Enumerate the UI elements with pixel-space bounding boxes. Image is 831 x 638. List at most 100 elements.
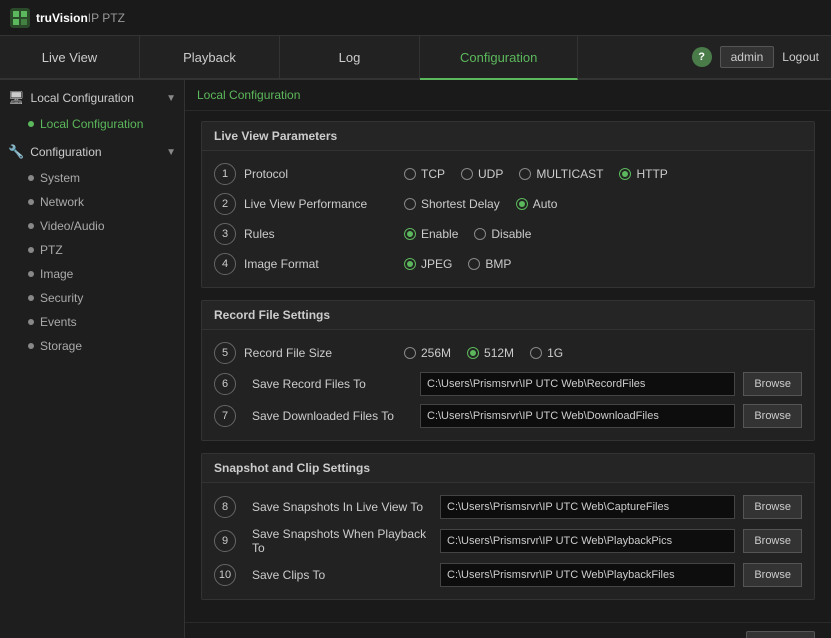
image-format-row: 4 Image Format JPEG BMP	[214, 249, 802, 279]
rules-options: Enable Disable	[404, 227, 802, 241]
live-view-performance-options: Shortest Delay Auto	[404, 197, 802, 211]
param-num-3: 3	[214, 223, 236, 245]
record-file-settings-content: 5 Record File Size 256M 512M	[202, 330, 814, 440]
dot-icon	[28, 295, 34, 301]
record-file-settings-section: Record File Settings 5 Record File Size …	[201, 300, 815, 441]
help-button[interactable]: ?	[692, 47, 712, 67]
sidebar-item-local-configuration[interactable]: Local Configuration	[0, 112, 184, 136]
protocol-http[interactable]: HTTP	[619, 167, 667, 181]
sidebar-item-image-label: Image	[40, 267, 73, 281]
rules-row: 3 Rules Enable Disable	[214, 219, 802, 249]
param-num-4: 4	[214, 253, 236, 275]
dot-icon	[28, 247, 34, 253]
tab-configuration[interactable]: Configuration	[420, 36, 578, 80]
tab-playback[interactable]: Playback	[140, 36, 280, 78]
save-clips-label: Save Clips To	[252, 568, 432, 582]
sidebar-item-ptz[interactable]: PTZ	[0, 238, 184, 262]
size-256m[interactable]: 256M	[404, 346, 451, 360]
sidebar-item-security[interactable]: Security	[0, 286, 184, 310]
live-view-parameters-section: Live View Parameters 1 Protocol TCP	[201, 121, 815, 288]
radio-enable	[404, 228, 416, 240]
rules-enable[interactable]: Enable	[404, 227, 458, 241]
radio-multicast	[519, 168, 531, 180]
radio-256m	[404, 347, 416, 359]
protocol-options: TCP UDP MULTICAST	[404, 167, 802, 181]
rules-disable[interactable]: Disable	[474, 227, 531, 241]
logout-button[interactable]: Logout	[782, 50, 819, 64]
sidebar-item-system-label: System	[40, 171, 80, 185]
protocol-tcp[interactable]: TCP	[404, 167, 445, 181]
live-view-parameters-title: Live View Parameters	[202, 122, 814, 151]
param-num-9: 9	[214, 530, 236, 552]
browse-clips-button[interactable]: Browse	[743, 563, 802, 587]
save-bar: Save	[185, 622, 831, 638]
perf-auto[interactable]: Auto	[516, 197, 558, 211]
save-clips-input[interactable]	[440, 563, 735, 587]
image-format-label: Image Format	[244, 257, 404, 271]
nav-bar: Live View Playback Log Configuration ? a…	[0, 36, 831, 80]
sidebar-item-system[interactable]: System	[0, 166, 184, 190]
dot-icon	[28, 223, 34, 229]
dot-icon	[28, 319, 34, 325]
save-downloaded-files-input[interactable]	[420, 404, 735, 428]
save-record-files-label: Save Record Files To	[252, 377, 412, 391]
protocol-udp[interactable]: UDP	[461, 167, 503, 181]
dot-icon	[28, 199, 34, 205]
rules-label: Rules	[244, 227, 404, 241]
tab-live-view[interactable]: Live View	[0, 36, 140, 78]
save-record-files-row: 6 Save Record Files To Browse	[214, 368, 802, 400]
sidebar-item-storage-label: Storage	[40, 339, 82, 353]
param-num-7: 7	[214, 405, 236, 427]
param-num-2: 2	[214, 193, 236, 215]
dot-icon	[28, 271, 34, 277]
record-file-size-label: Record File Size	[244, 346, 404, 360]
param-num-8: 8	[214, 496, 236, 518]
browse-snapshots-playback-button[interactable]: Browse	[743, 529, 802, 553]
save-clips-row: 10 Save Clips To Browse	[214, 559, 802, 591]
protocol-multicast[interactable]: MULTICAST	[519, 167, 603, 181]
browse-record-button[interactable]: Browse	[743, 372, 802, 396]
size-512m[interactable]: 512M	[467, 346, 514, 360]
format-bmp[interactable]: BMP	[468, 257, 511, 271]
save-downloaded-files-row: 7 Save Downloaded Files To Browse	[214, 400, 802, 432]
sidebar-header-local[interactable]: 🖥 Local Configuration ▼	[0, 84, 184, 112]
sidebar-item-security-label: Security	[40, 291, 83, 305]
live-view-performance-row: 2 Live View Performance Shortest Delay A…	[214, 189, 802, 219]
sidebar-header-config[interactable]: 🔧 Configuration ▼	[0, 138, 184, 166]
logo-icon	[10, 8, 30, 28]
save-snapshots-playback-input[interactable]	[440, 529, 735, 553]
sidebar-item-events-label: Events	[40, 315, 77, 329]
sidebar-item-events[interactable]: Events	[0, 310, 184, 334]
sidebar-item-video-audio[interactable]: Video/Audio	[0, 214, 184, 238]
record-file-size-options: 256M 512M 1G	[404, 346, 802, 360]
format-jpeg[interactable]: JPEG	[404, 257, 452, 271]
sidebar-section-local-label: Local Configuration	[31, 91, 134, 105]
save-snapshots-playback-row: 9 Save Snapshots When Playback To Browse	[214, 523, 802, 559]
app-header: truVisionIP PTZ	[0, 0, 831, 36]
save-button[interactable]: Save	[746, 631, 815, 638]
browse-download-button[interactable]: Browse	[743, 404, 802, 428]
browse-snapshots-live-button[interactable]: Browse	[743, 495, 802, 519]
dot-icon	[28, 175, 34, 181]
sidebar-item-storage[interactable]: Storage	[0, 334, 184, 358]
sidebar-item-network[interactable]: Network	[0, 190, 184, 214]
save-snapshots-playback-label: Save Snapshots When Playback To	[252, 527, 432, 555]
perf-shortest[interactable]: Shortest Delay	[404, 197, 500, 211]
sidebar-item-local-label: Local Configuration	[40, 117, 143, 131]
size-1g[interactable]: 1G	[530, 346, 563, 360]
app-title: truVisionIP PTZ	[36, 11, 125, 25]
snapshot-clip-settings-section: Snapshot and Clip Settings 8 Save Snapsh…	[201, 453, 815, 600]
sidebar-item-image[interactable]: Image	[0, 262, 184, 286]
dot-icon	[28, 121, 34, 127]
chevron-down-icon: ▼	[166, 93, 176, 104]
sidebar-section-local: 🖥 Local Configuration ▼ Local Configurat…	[0, 84, 184, 136]
tab-log[interactable]: Log	[280, 36, 420, 78]
snapshot-clip-settings-title: Snapshot and Clip Settings	[202, 454, 814, 483]
save-snapshots-live-input[interactable]	[440, 495, 735, 519]
content-body: Live View Parameters 1 Protocol TCP	[185, 111, 831, 622]
radio-jpeg	[404, 258, 416, 270]
local-config-icon: 🖥	[8, 90, 25, 106]
user-display: admin	[720, 46, 775, 68]
save-record-files-input[interactable]	[420, 372, 735, 396]
radio-512m	[467, 347, 479, 359]
